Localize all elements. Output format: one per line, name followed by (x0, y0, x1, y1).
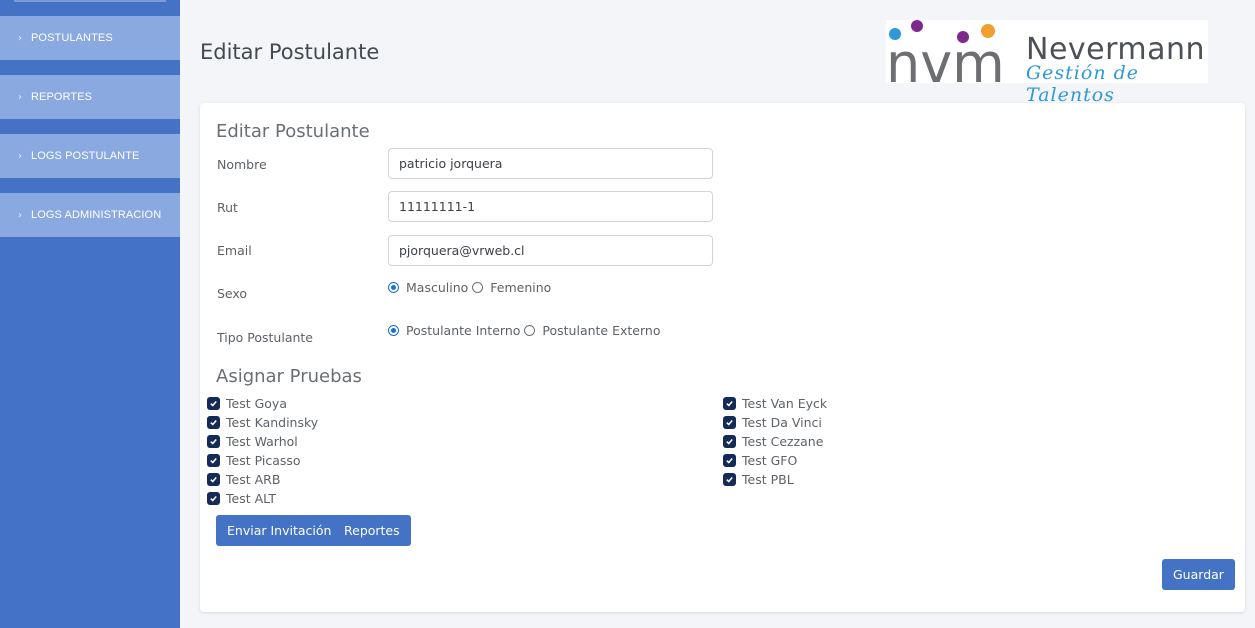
tipo-postulante-label: Tipo Postulante (217, 330, 314, 345)
postulante-externo-radio[interactable] (524, 325, 536, 336)
test-label: Test PBL (742, 472, 794, 487)
femenino-radio[interactable] (472, 282, 484, 293)
test-checkbox-row[interactable]: Test Goya (207, 394, 287, 413)
femenino-radio-label: Femenino (490, 280, 552, 295)
nombre-input[interactable] (388, 148, 713, 179)
postulante-interno-radio[interactable] (388, 325, 399, 336)
reports-button[interactable]: Reportes (333, 515, 411, 546)
test-label: Test Warhol (226, 434, 298, 449)
sidebar-item-label: LOGS POSTULANTE (31, 150, 140, 162)
sidebar-item-logs-postulante[interactable]: › LOGS POSTULANTE (0, 134, 180, 178)
test-label: Test Picasso (226, 453, 301, 468)
assign-tests-title: Asignar Pruebas (216, 366, 362, 387)
postulante-externo-radio-label: Postulante Externo (542, 323, 661, 338)
sexo-radio-group: Masculino Femenino (388, 280, 555, 295)
test-label: Test Van Eyck (742, 396, 828, 411)
test-checkbox-row[interactable]: Test Cezzane (723, 432, 823, 451)
checkbox-checked-icon[interactable] (207, 492, 220, 505)
email-input[interactable] (388, 235, 713, 266)
page-title: Editar Postulante (200, 40, 380, 64)
test-label: Test Goya (226, 396, 287, 411)
test-checkbox-row[interactable]: Test ARB (207, 470, 280, 489)
checkbox-checked-icon[interactable] (723, 454, 736, 467)
sidebar-divider (14, 0, 166, 2)
test-label: Test GFO (742, 453, 798, 468)
test-checkbox-row[interactable]: Test Warhol (207, 432, 298, 451)
company-logo: nvm Nevermann Gestión de Talentos (886, 20, 1208, 106)
sidebar-item-label: POSTULANTES (31, 32, 113, 44)
send-invitation-button[interactable]: Enviar Invitación (216, 515, 343, 546)
test-label: Test Da Vinci (742, 415, 822, 430)
sidebar-item-label: REPORTES (31, 91, 93, 103)
nombre-label: Nombre (217, 157, 267, 172)
checkbox-checked-icon[interactable] (207, 416, 220, 429)
checkbox-checked-icon[interactable] (207, 454, 220, 467)
chevron-right-icon: › (18, 209, 22, 221)
test-checkbox-row[interactable]: Test Van Eyck (723, 394, 827, 413)
form-title: Editar Postulante (216, 121, 370, 142)
tipo-postulante-radio-group: Postulante Interno Postulante Externo (388, 323, 664, 338)
edit-candidate-card: Editar Postulante Nombre Rut Email Sexo … (200, 103, 1245, 612)
test-checkbox-row[interactable]: Test Kandinsky (207, 413, 318, 432)
rut-input[interactable] (388, 191, 713, 222)
test-checkbox-row[interactable]: Test Picasso (207, 451, 301, 470)
checkbox-checked-icon[interactable] (723, 473, 736, 486)
test-checkbox-row[interactable]: Test GFO (723, 451, 797, 470)
sexo-label: Sexo (217, 286, 248, 301)
test-checkbox-row[interactable]: Test Da Vinci (723, 413, 822, 432)
checkbox-checked-icon[interactable] (723, 397, 736, 410)
checkbox-checked-icon[interactable] (207, 397, 220, 410)
test-label: Test ARB (226, 472, 281, 487)
sidebar: › POSTULANTES › REPORTES › LOGS POSTULAN… (0, 0, 180, 628)
sidebar-item-logs-administracion[interactable]: › LOGS ADMINISTRACION (0, 193, 180, 237)
nvm-logo-mark: nvm (886, 20, 1005, 83)
sidebar-item-reportes[interactable]: › REPORTES (0, 75, 180, 119)
test-checkbox-row[interactable]: Test PBL (723, 470, 794, 489)
email-label: Email (217, 243, 252, 258)
sidebar-item-postulantes[interactable]: › POSTULANTES (0, 16, 180, 60)
masculino-radio[interactable] (388, 282, 399, 293)
checkbox-checked-icon[interactable] (723, 435, 736, 448)
logo-mark-text: nvm (886, 32, 1005, 83)
chevron-right-icon: › (18, 32, 22, 44)
save-button[interactable]: Guardar (1162, 559, 1235, 590)
logo-tagline: Gestión de Talentos (1026, 62, 1140, 106)
checkbox-checked-icon[interactable] (207, 435, 220, 448)
checkbox-checked-icon[interactable] (207, 473, 220, 486)
chevron-right-icon: › (18, 150, 22, 162)
postulante-interno-radio-label: Postulante Interno (406, 323, 521, 338)
chevron-right-icon: › (18, 91, 22, 103)
masculino-radio-label: Masculino (406, 280, 469, 295)
test-label: Test Cezzane (742, 434, 824, 449)
rut-label: Rut (217, 200, 238, 215)
test-label: Test ALT (226, 491, 277, 506)
test-checkbox-row[interactable]: Test ALT (207, 489, 276, 508)
checkbox-checked-icon[interactable] (723, 416, 736, 429)
test-label: Test Kandinsky (226, 415, 319, 430)
sidebar-item-label: LOGS ADMINISTRACION (31, 209, 162, 221)
